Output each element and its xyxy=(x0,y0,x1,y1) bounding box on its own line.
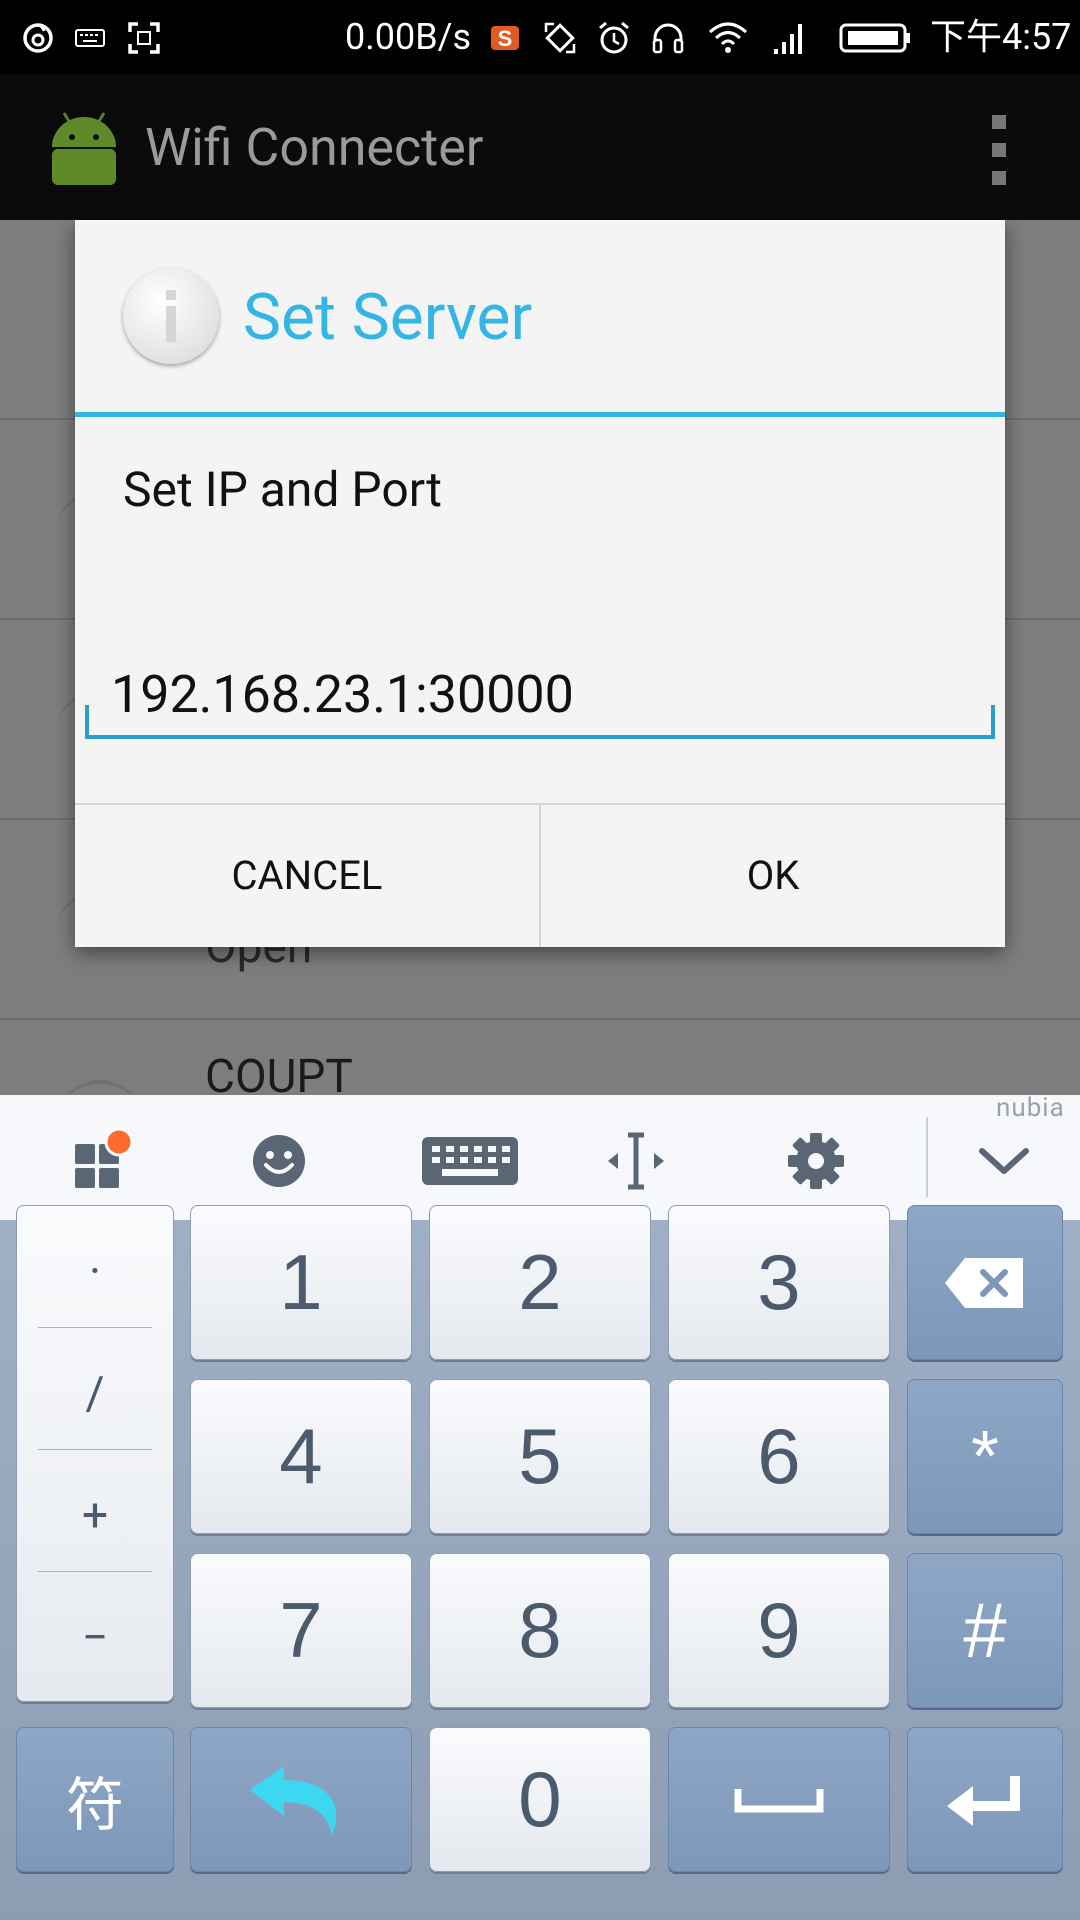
sogou-icon: S xyxy=(488,18,522,58)
overflow-menu-icon[interactable] xyxy=(985,115,1013,185)
dialog-message: Set IP and Port xyxy=(123,461,442,518)
enter-key[interactable] xyxy=(907,1727,1063,1872)
status-bar: 0.00B/s S 下午4:57 xyxy=(0,0,1080,75)
key-0[interactable]: 0 xyxy=(429,1727,651,1872)
collapse-chevron-icon[interactable] xyxy=(966,1123,1042,1199)
keyboard-icon xyxy=(72,18,108,58)
key-8[interactable]: 8 xyxy=(429,1553,651,1708)
wifi-icon xyxy=(706,18,750,58)
headset-icon xyxy=(648,18,688,58)
list-item-title[interactable]: COUPT xyxy=(205,1050,353,1095)
app-title: Wifi Connecter xyxy=(145,117,484,178)
key-area: · / + − 1 2 3 4 5 6 * 7 8 9 # 符 0 xyxy=(0,1205,1080,1920)
brand-logo: nubia xyxy=(996,1093,1065,1123)
info-icon xyxy=(123,268,219,364)
symbol-column: · / + − xyxy=(16,1205,174,1702)
list-divider xyxy=(0,1018,1080,1020)
keyboard-toolbar: nubia xyxy=(0,1093,1080,1220)
backspace-key[interactable] xyxy=(907,1205,1063,1360)
action-bar: Wifi Connecter xyxy=(0,75,1080,220)
space-key[interactable] xyxy=(668,1727,890,1872)
symbol-divider xyxy=(38,1449,152,1450)
rotate-icon xyxy=(540,18,580,58)
key-plus[interactable]: + xyxy=(16,1455,174,1577)
key-2[interactable]: 2 xyxy=(429,1205,651,1360)
cancel-button[interactable]: CANCEL xyxy=(75,805,539,947)
key-hash[interactable]: # xyxy=(907,1553,1063,1708)
dialog-title: Set Server xyxy=(243,280,533,355)
key-minus[interactable]: − xyxy=(16,1577,174,1699)
screenshot-icon xyxy=(124,18,164,58)
toolbar-separator xyxy=(926,1117,928,1197)
ip-port-input[interactable] xyxy=(85,620,995,738)
key-4[interactable]: 4 xyxy=(190,1379,412,1534)
android-icon xyxy=(48,107,120,187)
cursor-move-icon[interactable] xyxy=(598,1123,674,1199)
wifi-signal-icon xyxy=(55,1080,145,1095)
net-speed: 0.00B/s xyxy=(345,16,472,58)
apps-grid-icon[interactable] xyxy=(62,1123,138,1199)
key-1[interactable]: 1 xyxy=(190,1205,412,1360)
battery-icon xyxy=(838,18,912,58)
key-5[interactable]: 5 xyxy=(429,1379,651,1534)
space-icon xyxy=(734,1788,824,1812)
keyboard-icon[interactable] xyxy=(418,1123,522,1199)
undo-icon xyxy=(250,1765,337,1836)
key-dot[interactable]: · xyxy=(16,1211,174,1333)
ok-button[interactable]: OK xyxy=(541,805,1005,947)
settings-gear-icon[interactable] xyxy=(778,1123,854,1199)
enter-icon xyxy=(947,1775,1020,1826)
backspace-icon xyxy=(945,1257,1023,1308)
set-server-dialog: Set Server Set IP and Port CANCEL OK xyxy=(75,220,1005,947)
undo-key[interactable] xyxy=(190,1727,412,1872)
numeric-keyboard: nubia · / + − 1 2 3 4 5 6 * 7 8 9 # 符 0 xyxy=(0,1093,1080,1920)
key-9[interactable]: 9 xyxy=(668,1553,890,1708)
status-time: 下午4:57 xyxy=(930,16,1072,58)
emoji-icon[interactable] xyxy=(241,1123,317,1199)
key-3[interactable]: 3 xyxy=(668,1205,890,1360)
signal-icon xyxy=(770,18,806,58)
symbol-divider xyxy=(38,1571,152,1572)
key-star[interactable]: * xyxy=(907,1379,1063,1534)
key-6[interactable]: 6 xyxy=(668,1379,890,1534)
key-7[interactable]: 7 xyxy=(190,1553,412,1708)
alarm-icon xyxy=(594,18,634,58)
svg-text:S: S xyxy=(498,26,513,51)
key-symbols[interactable]: 符 xyxy=(16,1727,174,1872)
netease-music-icon xyxy=(18,18,58,58)
key-slash[interactable]: / xyxy=(16,1333,174,1455)
title-divider xyxy=(75,412,1005,417)
symbol-divider xyxy=(38,1327,152,1328)
